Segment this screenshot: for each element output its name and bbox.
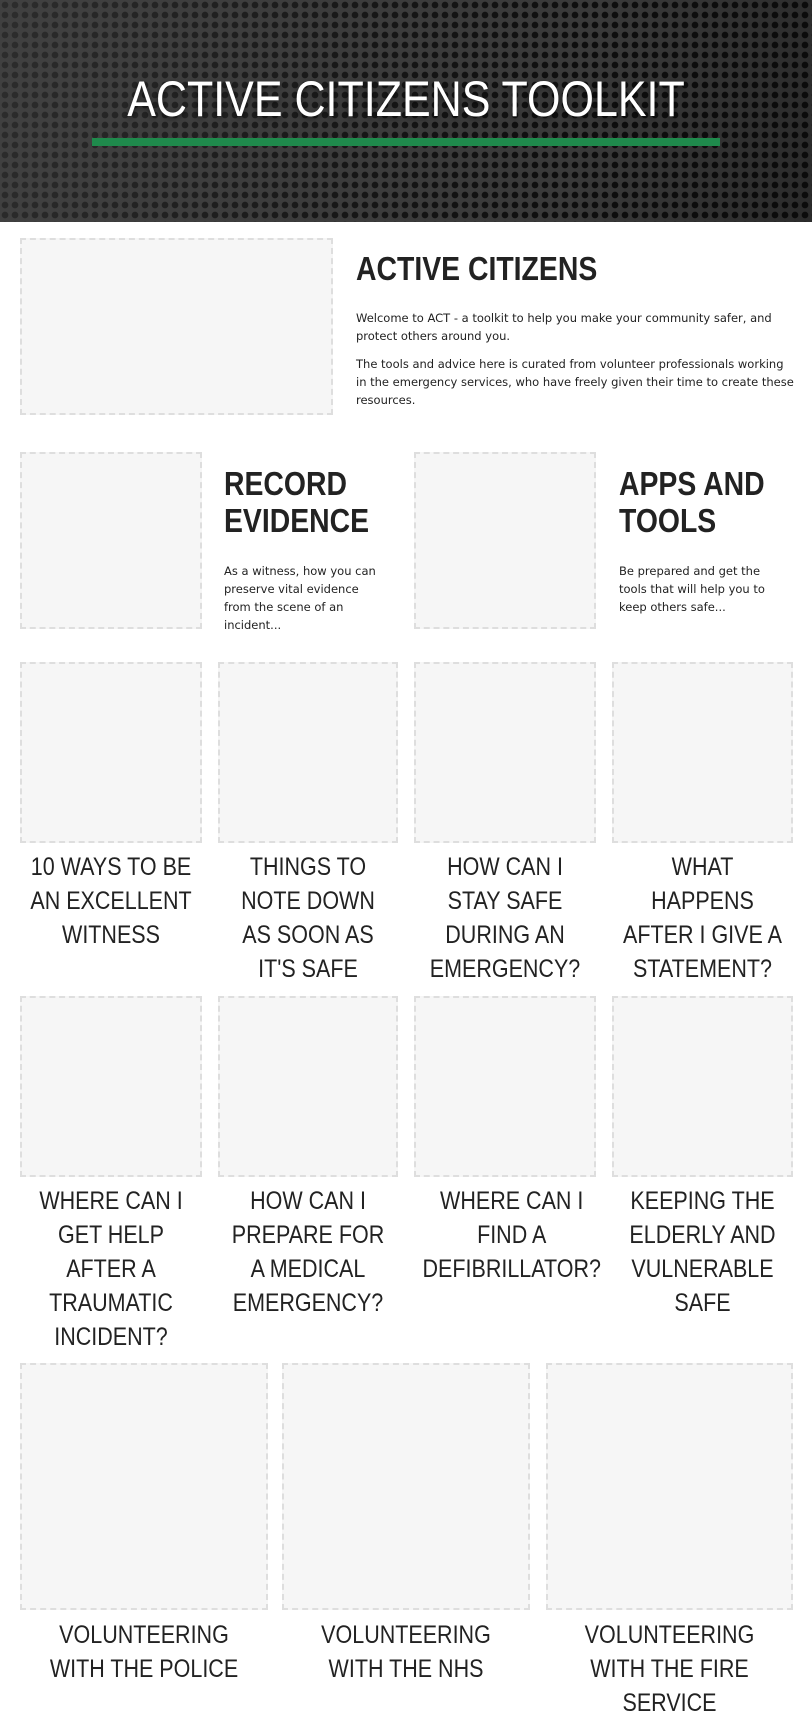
title-underline (92, 138, 720, 146)
card-title[interactable]: WHERE CAN I GET HELP AFTER A TRAUMATIC I… (14, 1184, 208, 1354)
hero-banner: ACTIVE CITIZENS TOOLKIT (0, 0, 812, 222)
intro-image (20, 238, 333, 415)
card-image[interactable] (612, 996, 793, 1177)
apps-and-tools-image[interactable] (414, 452, 596, 629)
card-title[interactable]: VOLUNTEERING WITH THE FIRE SERVICE (540, 1618, 799, 1712)
card-title[interactable]: 10 WAYS TO BE AN EXCELLENT WITNESS (14, 850, 208, 952)
record-evidence-image[interactable] (20, 452, 202, 629)
card-title[interactable]: THINGS TO NOTE DOWN AS SOON AS IT'S SAFE (212, 850, 404, 986)
card-image[interactable] (218, 662, 398, 843)
card-title[interactable]: VOLUNTEERING WITH THE NHS (276, 1618, 536, 1686)
card-image[interactable] (218, 996, 398, 1177)
intro-paragraph: Welcome to ACT - a toolkit to help you m… (356, 311, 772, 343)
card-image[interactable] (414, 996, 596, 1177)
intro-title: ACTIVE CITIZENS (356, 250, 598, 287)
card-title[interactable]: KEEPING THE ELDERLY AND VULNERABLE SAFE (606, 1184, 799, 1320)
record-evidence-text: As a witness, how you can preserve vital… (224, 564, 376, 632)
record-evidence-title[interactable]: RECORD EVIDENCE (224, 465, 379, 539)
card-title[interactable]: HOW CAN I PREPARE FOR A MEDICAL EMERGENC… (212, 1184, 404, 1320)
card-title[interactable]: WHERE CAN I FIND A DEFIBRILLATOR? (408, 1184, 602, 1286)
card-image[interactable] (414, 662, 596, 843)
card-image[interactable] (612, 662, 793, 843)
apps-and-tools-title[interactable]: APPS AND TOOLS (619, 465, 774, 539)
intro-paragraph: The tools and advice here is curated fro… (356, 357, 794, 407)
card-image[interactable] (20, 1363, 268, 1610)
card-image[interactable] (546, 1363, 793, 1610)
apps-and-tools-text: Be prepared and get the tools that will … (619, 564, 765, 614)
page-title: ACTIVE CITIZENS TOOLKIT (127, 71, 685, 127)
card-image[interactable] (282, 1363, 530, 1610)
card-title[interactable]: HOW CAN I STAY SAFE DURING AN EMERGENCY? (408, 850, 602, 986)
card-title[interactable]: WHAT HAPPENS AFTER I GIVE A STATEMENT? (606, 850, 799, 986)
card-image[interactable] (20, 662, 202, 843)
card-image[interactable] (20, 996, 202, 1177)
card-title[interactable]: VOLUNTEERING WITH THE POLICE (14, 1618, 274, 1686)
